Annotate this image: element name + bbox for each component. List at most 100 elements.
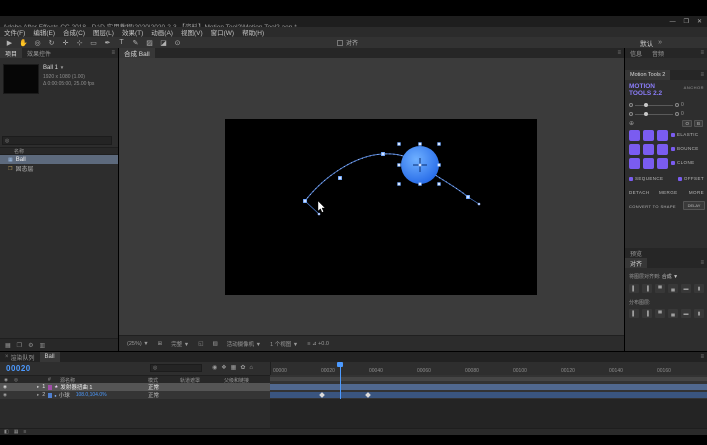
preset-button[interactable] [657, 158, 668, 169]
slider-knob[interactable] [644, 111, 648, 116]
tab-project[interactable]: 项目 [0, 48, 23, 58]
preset-button[interactable] [629, 158, 640, 169]
timeline-options-icon[interactable]: ≡ [23, 429, 26, 435]
clone-stamp-tool-icon[interactable]: ▨ [145, 39, 154, 47]
close-icon[interactable]: × [5, 354, 9, 360]
elastic-button[interactable]: ELASTIC [671, 132, 699, 137]
align-center-v-button[interactable]: ▬ [681, 284, 691, 293]
layer-duration-bar[interactable] [270, 384, 707, 390]
panel-menu-icon[interactable]: ≡ [700, 72, 707, 78]
resolution-select[interactable]: 完整 ▼ [171, 340, 189, 348]
selection-tool-icon[interactable]: ▶ [5, 39, 14, 47]
distribute-right-button[interactable]: ▀ [655, 309, 665, 318]
preset-button[interactable] [643, 130, 654, 141]
preset-button[interactable] [657, 144, 668, 155]
tab-render-queue[interactable]: × 渲染队列 [0, 352, 40, 362]
expand-arrow-icon[interactable]: ▸ [37, 392, 39, 398]
preset-button[interactable] [629, 130, 640, 141]
name-column-header[interactable]: 名称 [14, 148, 24, 155]
work-area-bar[interactable] [270, 377, 707, 381]
layer-color-swatch[interactable] [48, 384, 53, 390]
panel-menu-icon[interactable]: ≡ [700, 354, 707, 360]
viewer-extra-icons[interactable]: ≡ ⊿ +0.0 [307, 341, 329, 347]
layer-row-1[interactable]: ◉ ▸ 1 ★ 发射器扭曲 1 正常 [0, 383, 270, 391]
snap-toggle[interactable]: 对齐 [337, 38, 358, 47]
clone-button[interactable]: CLONE [671, 160, 695, 165]
tab-preview[interactable]: 预览 [625, 248, 647, 258]
composition-canvas[interactable] [225, 119, 537, 295]
tab-audio[interactable]: 音频 [647, 48, 669, 58]
tab-timeline-ball[interactable]: Ball [39, 352, 60, 362]
visibility-icon[interactable]: ◉ [3, 384, 7, 390]
view-layout-select[interactable]: 1 个视图 ▼ [270, 340, 298, 348]
menu-edit[interactable]: 编辑(E) [33, 27, 55, 37]
pan-behind-tool-icon[interactable]: ⊹ [75, 39, 84, 47]
project-search-input[interactable]: ◎ [2, 136, 112, 145]
brush-tool-icon[interactable]: ✎ [131, 39, 140, 47]
current-frame-display[interactable]: 00020 [6, 364, 31, 373]
distribute-left-button[interactable]: ▌ [629, 309, 639, 318]
close-button[interactable]: ✕ [697, 18, 702, 25]
snap-checkbox[interactable] [337, 39, 343, 46]
minimize-button[interactable]: — [670, 19, 676, 25]
bounce-button[interactable]: BOUNCE [671, 146, 699, 151]
distribute-bottom-button[interactable]: ▮ [694, 309, 704, 318]
workspace-default-button[interactable]: 默认 [640, 38, 653, 48]
layer-row-2[interactable]: ◉ ▸ 2 ● 小球 108.0,104.0% 正常 [0, 391, 270, 399]
layer-duration-bar[interactable] [270, 392, 707, 398]
menu-view[interactable]: 视图(V) [181, 27, 203, 37]
layer-color-swatch[interactable] [48, 392, 53, 398]
detach-button[interactable]: DETACH [629, 190, 650, 195]
layer-mode-select[interactable]: 正常 [148, 383, 159, 391]
timeline-search-input[interactable]: ◎ [150, 364, 202, 372]
distribute-center-h-button[interactable]: ▐ [642, 309, 652, 318]
shape-tool-icon[interactable]: ▭ [89, 39, 98, 47]
panel-menu-icon[interactable]: ≡ [700, 260, 707, 266]
anchor-slider-y[interactable]: 0 [629, 111, 684, 117]
delay-button[interactable]: DELAY [683, 201, 705, 210]
merge-button[interactable]: MERGE [659, 190, 678, 195]
anchor-target-icon[interactable]: ⊕ [629, 120, 634, 127]
rotation-tool-icon[interactable]: ↻ [47, 39, 56, 47]
menu-effect[interactable]: 效果(T) [122, 27, 143, 37]
new-folder-icon[interactable]: ❐ [17, 342, 22, 349]
preset-button[interactable] [643, 158, 654, 169]
project-list-header[interactable]: 名称 [0, 147, 118, 155]
grid-options-icon[interactable]: ⊞ [158, 341, 163, 347]
composition-mini-flowchart-icon[interactable]: ◉ [212, 364, 217, 371]
menu-composition[interactable]: 合成(C) [63, 27, 85, 37]
panel-menu-icon[interactable]: ≡ [700, 50, 707, 56]
preset-button[interactable] [629, 144, 640, 155]
align-bottom-button[interactable]: ▮ [694, 284, 704, 293]
offset-button[interactable]: OFFSET [677, 176, 704, 181]
playhead-line[interactable] [340, 362, 341, 399]
project-row-ball[interactable]: ▦ Ball [0, 155, 118, 164]
frame-blend-icon[interactable]: ▦ [231, 364, 237, 371]
menu-animation[interactable]: 动画(A) [151, 27, 173, 37]
draft-3d-icon[interactable]: ❖ [221, 364, 226, 371]
align-to-select[interactable]: 合成 ▼ [662, 274, 678, 280]
camera-tool-icon[interactable]: ✛ [61, 39, 70, 47]
align-top-button[interactable]: ▄ [668, 284, 678, 293]
roi-icon[interactable]: ◱ [198, 341, 203, 347]
bezier-handle-dot[interactable] [317, 212, 321, 216]
preset-button[interactable] [657, 130, 668, 141]
trash-icon[interactable]: ▥ [39, 342, 45, 349]
pen-tool-icon[interactable]: ✒ [103, 39, 112, 47]
expand-arrow-icon[interactable]: ▸ [37, 384, 39, 390]
tab-info[interactable]: 信息 [625, 48, 647, 58]
visibility-icon[interactable]: ◉ [3, 392, 7, 398]
property-value[interactable]: 108.0,104.0% [76, 392, 107, 398]
tab-composition-ball[interactable]: 合成 Ball [119, 48, 155, 58]
tab-motion-tools[interactable]: Motion Tools 2 [625, 70, 671, 80]
align-center-h-button[interactable]: ▐ [642, 284, 652, 293]
panel-menu-icon[interactable]: ≡ [111, 50, 118, 56]
menu-file[interactable]: 文件(F) [4, 27, 25, 37]
origin-button[interactable]: O [682, 120, 692, 127]
new-composition-icon[interactable]: ▦ [5, 342, 11, 349]
menu-help[interactable]: 帮助(H) [242, 27, 264, 37]
motion-blur-icon[interactable]: ✿ [240, 364, 245, 371]
bezier-handle-dot[interactable] [477, 202, 481, 206]
preset-button[interactable] [643, 144, 654, 155]
workspace-overflow-button[interactable]: » [658, 39, 662, 46]
